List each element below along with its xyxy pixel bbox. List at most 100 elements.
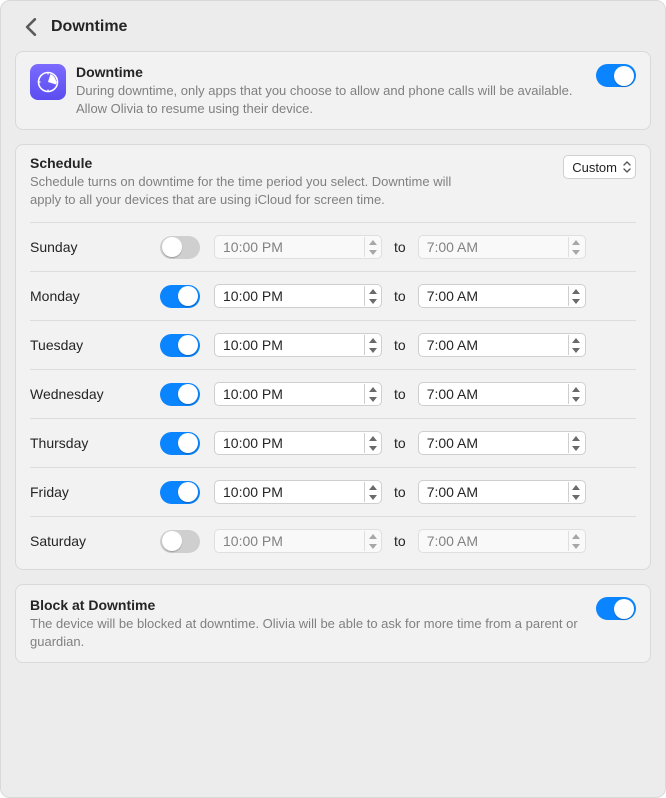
stepper-down[interactable] bbox=[569, 541, 584, 551]
stepper-up[interactable] bbox=[569, 531, 584, 541]
stepper-down[interactable] bbox=[569, 345, 584, 355]
to-time-field[interactable]: 7:00 AM bbox=[418, 480, 586, 504]
stepper-down[interactable] bbox=[365, 394, 380, 404]
day-name: Friday bbox=[30, 484, 160, 500]
schedule-mode-label: Custom bbox=[572, 160, 617, 175]
from-time-field[interactable]: 10:00 PM bbox=[214, 333, 382, 357]
time-stepper[interactable] bbox=[568, 433, 584, 453]
stepper-up[interactable] bbox=[365, 335, 380, 345]
back-button[interactable] bbox=[17, 13, 45, 41]
to-time-field[interactable]: 7:00 AM bbox=[418, 529, 586, 553]
to-label: to bbox=[394, 239, 406, 255]
stepper-down[interactable] bbox=[365, 345, 380, 355]
schedule-day-row: Sunday10:00 PMto7:00 AM bbox=[30, 222, 636, 271]
day-toggle[interactable] bbox=[160, 432, 200, 455]
stepper-up[interactable] bbox=[569, 433, 584, 443]
from-time-value: 10:00 PM bbox=[223, 337, 283, 353]
time-stepper[interactable] bbox=[568, 531, 584, 551]
stepper-up[interactable] bbox=[365, 237, 380, 247]
stepper-down[interactable] bbox=[569, 394, 584, 404]
from-time-value: 10:00 PM bbox=[223, 386, 283, 402]
time-stepper[interactable] bbox=[568, 482, 584, 502]
time-stepper[interactable] bbox=[364, 335, 380, 355]
to-time-field[interactable]: 7:00 AM bbox=[418, 284, 586, 308]
day-toggle[interactable] bbox=[160, 285, 200, 308]
day-toggle[interactable] bbox=[160, 334, 200, 357]
time-stepper[interactable] bbox=[568, 335, 584, 355]
from-time-field[interactable]: 10:00 PM bbox=[214, 529, 382, 553]
stepper-up[interactable] bbox=[569, 335, 584, 345]
stepper-up[interactable] bbox=[365, 286, 380, 296]
day-toggle[interactable] bbox=[160, 236, 200, 259]
downtime-toggle[interactable] bbox=[596, 64, 636, 87]
stepper-down[interactable] bbox=[569, 247, 584, 257]
schedule-title: Schedule bbox=[30, 155, 553, 171]
day-name: Saturday bbox=[30, 533, 160, 549]
from-time-field[interactable]: 10:00 PM bbox=[214, 431, 382, 455]
to-label: to bbox=[394, 288, 406, 304]
from-time-field[interactable]: 10:00 PM bbox=[214, 284, 382, 308]
to-time-value: 7:00 AM bbox=[427, 239, 478, 255]
stepper-down[interactable] bbox=[569, 296, 584, 306]
to-time-field[interactable]: 7:00 AM bbox=[418, 382, 586, 406]
stepper-up[interactable] bbox=[365, 531, 380, 541]
schedule-mode-popup[interactable]: Custom bbox=[563, 155, 636, 179]
block-at-downtime-toggle[interactable] bbox=[596, 597, 636, 620]
stepper-up[interactable] bbox=[569, 384, 584, 394]
page-title: Downtime bbox=[51, 18, 127, 36]
stepper-up[interactable] bbox=[365, 482, 380, 492]
updown-caret-icon bbox=[623, 161, 631, 173]
time-stepper[interactable] bbox=[364, 237, 380, 257]
from-time-field[interactable]: 10:00 PM bbox=[214, 235, 382, 259]
from-time-value: 10:00 PM bbox=[223, 435, 283, 451]
stepper-up[interactable] bbox=[365, 384, 380, 394]
downtime-card: Downtime During downtime, only apps that… bbox=[15, 51, 651, 130]
day-toggle[interactable] bbox=[160, 530, 200, 553]
time-stepper[interactable] bbox=[568, 237, 584, 257]
time-stepper[interactable] bbox=[364, 286, 380, 306]
to-label: to bbox=[394, 337, 406, 353]
day-toggle[interactable] bbox=[160, 481, 200, 504]
to-time-value: 7:00 AM bbox=[427, 386, 478, 402]
time-stepper[interactable] bbox=[364, 531, 380, 551]
chevron-left-icon bbox=[25, 18, 37, 36]
schedule-description: Schedule turns on downtime for the time … bbox=[30, 173, 460, 208]
stepper-down[interactable] bbox=[569, 492, 584, 502]
time-stepper[interactable] bbox=[364, 384, 380, 404]
stepper-down[interactable] bbox=[365, 247, 380, 257]
schedule-day-row: Saturday 10:00 PM to 7:00 AM bbox=[30, 516, 636, 565]
schedule-day-row: Monday10:00 PMto7:00 AM bbox=[30, 271, 636, 320]
to-time-field[interactable]: 7:00 AM bbox=[418, 235, 586, 259]
time-stepper[interactable] bbox=[568, 286, 584, 306]
to-time-field[interactable]: 7:00 AM bbox=[418, 431, 586, 455]
day-name: Thursday bbox=[30, 435, 160, 451]
to-label: to bbox=[394, 386, 406, 402]
stepper-up[interactable] bbox=[569, 482, 584, 492]
to-time-value: 7:00 AM bbox=[427, 435, 478, 451]
time-stepper[interactable] bbox=[364, 433, 380, 453]
stepper-down[interactable] bbox=[365, 541, 380, 551]
to-label: to bbox=[394, 533, 406, 549]
block-at-downtime-description: The device will be blocked at downtime. … bbox=[30, 615, 586, 650]
from-time-value: 10:00 PM bbox=[223, 484, 283, 500]
stepper-up[interactable] bbox=[365, 433, 380, 443]
stepper-down[interactable] bbox=[365, 492, 380, 502]
block-at-downtime-title: Block at Downtime bbox=[30, 597, 586, 613]
from-time-field[interactable]: 10:00 PM bbox=[214, 480, 382, 504]
from-time-value: 10:00 PM bbox=[223, 239, 283, 255]
schedule-day-row: Friday10:00 PMto7:00 AM bbox=[30, 467, 636, 516]
schedule-card: Schedule Schedule turns on downtime for … bbox=[15, 144, 651, 570]
stepper-down[interactable] bbox=[569, 443, 584, 453]
to-time-field[interactable]: 7:00 AM bbox=[418, 333, 586, 357]
to-time-value: 7:00 AM bbox=[427, 288, 478, 304]
stepper-down[interactable] bbox=[365, 296, 380, 306]
from-time-value: 10:00 PM bbox=[223, 288, 283, 304]
from-time-field[interactable]: 10:00 PM bbox=[214, 382, 382, 406]
time-stepper[interactable] bbox=[568, 384, 584, 404]
day-toggle[interactable] bbox=[160, 383, 200, 406]
time-stepper[interactable] bbox=[364, 482, 380, 502]
stepper-up[interactable] bbox=[569, 237, 584, 247]
stepper-down[interactable] bbox=[365, 443, 380, 453]
stepper-up[interactable] bbox=[569, 286, 584, 296]
to-time-value: 7:00 AM bbox=[427, 533, 478, 549]
